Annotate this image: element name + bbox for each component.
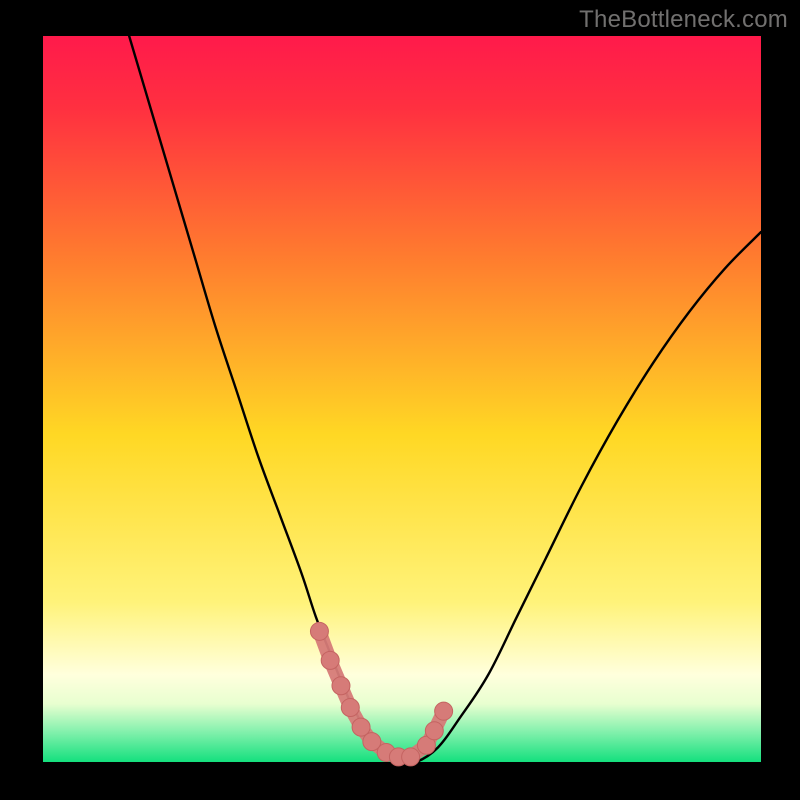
marker-dot [402, 748, 420, 766]
marker-dot [341, 699, 359, 717]
marker-dot [310, 622, 328, 640]
marker-dot [321, 651, 339, 669]
marker-dot [425, 722, 443, 740]
watermark-text: TheBottleneck.com [579, 6, 788, 34]
plot-background [43, 36, 761, 762]
marker-dot [332, 677, 350, 695]
marker-dot [435, 702, 453, 720]
chart-stage: TheBottleneck.com [0, 0, 800, 800]
chart-svg [0, 0, 800, 800]
